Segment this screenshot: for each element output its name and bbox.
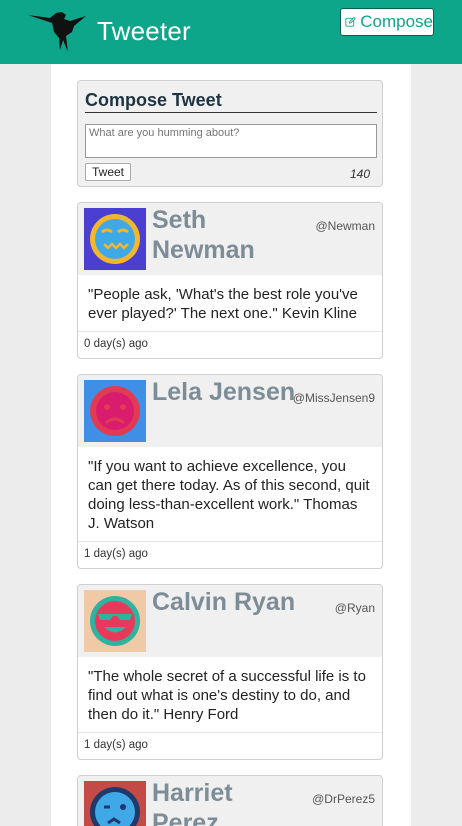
- tweet-card: Lela Jensen @MissJensen9 "If you want to…: [77, 374, 383, 569]
- angry-face-icon: [84, 380, 146, 442]
- compose-button[interactable]: Compose: [340, 8, 434, 36]
- tweet-text: "The whole secret of a successful life i…: [78, 657, 382, 733]
- author-name: Calvin Ryan: [152, 588, 296, 616]
- tweet-header: Calvin Ryan @Ryan: [78, 585, 382, 657]
- character-counter: 140: [349, 167, 370, 181]
- tweet-text: "If you want to achieve excellence, you …: [78, 447, 382, 542]
- main-feed: Compose Tweet Tweet 140 Seth Newman @New…: [51, 64, 411, 826]
- winking-face-icon: [84, 781, 146, 826]
- tweet-text: "People ask, 'What's the best role you'v…: [78, 275, 382, 332]
- tweet-card: Calvin Ryan @Ryan "The whole secret of a…: [77, 584, 383, 760]
- app-title: Tweeter: [97, 16, 191, 46]
- tweet-timestamp: 1 day(s) ago: [84, 739, 148, 751]
- tweet-submit-button[interactable]: Tweet: [85, 163, 132, 181]
- sad-face-icon: [84, 208, 146, 270]
- tweet-header: Lela Jensen @MissJensen9: [78, 375, 382, 447]
- tweet-card: Seth Newman @Newman "People ask, 'What's…: [77, 202, 383, 359]
- compose-button-label: Compose: [360, 12, 433, 31]
- author-handle[interactable]: @Newman: [315, 219, 375, 233]
- tweet-header: Seth Newman @Newman: [78, 203, 382, 275]
- sunglasses-face-icon: [84, 590, 146, 652]
- top-navbar: Tweeter Compose: [0, 0, 462, 64]
- tweet-header: Harriet Perez @DrPerez5: [78, 776, 382, 826]
- tweet-text-input[interactable]: [85, 124, 377, 158]
- author-name: Seth Newman: [152, 206, 255, 264]
- author-name: Harriet Perez: [152, 779, 233, 826]
- tweet-timestamp: 0 day(s) ago: [84, 338, 148, 350]
- compose-heading: Compose Tweet: [85, 90, 377, 113]
- author-handle[interactable]: @MissJensen9: [293, 391, 375, 405]
- edit-icon: [345, 16, 356, 27]
- tweet-card: Harriet Perez @DrPerez5: [77, 775, 383, 826]
- hummingbird-logo-icon: [28, 12, 86, 52]
- tweet-timestamp: 1 day(s) ago: [84, 548, 148, 560]
- author-handle[interactable]: @Ryan: [335, 601, 375, 615]
- compose-tweet-form: Compose Tweet Tweet 140: [77, 80, 383, 187]
- author-name: Lela Jensen: [152, 378, 296, 406]
- author-handle[interactable]: @DrPerez5: [312, 792, 375, 806]
